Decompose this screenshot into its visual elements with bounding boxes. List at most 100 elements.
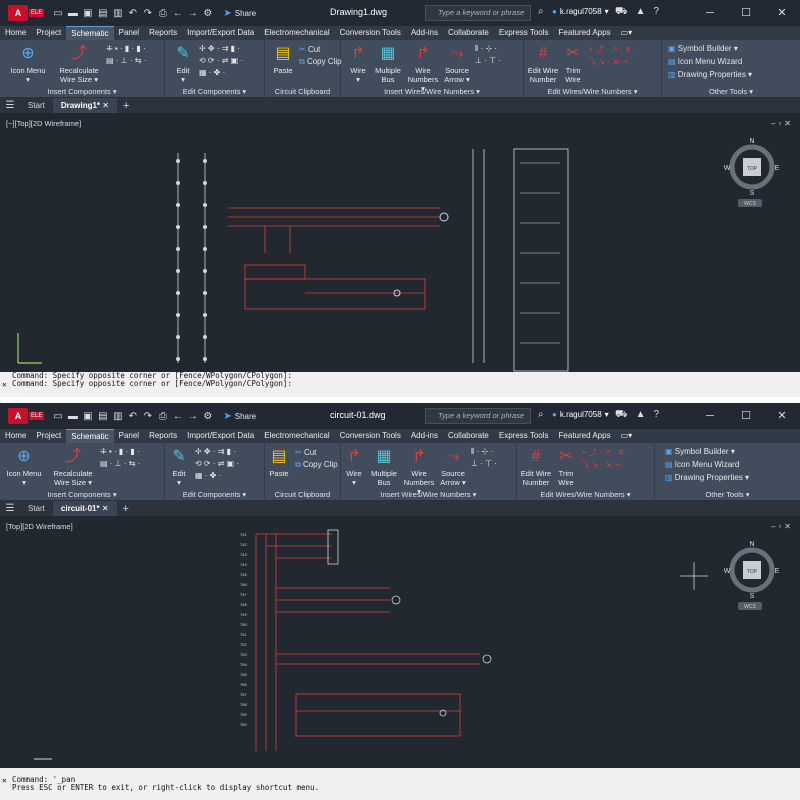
edit-wire-tools-icon[interactable]: ⚡ ⤴ · ↗ · ↯ · xyxy=(588,44,636,55)
schematic-drawing[interactable] xyxy=(0,113,800,372)
tab-extra[interactable]: ▭▾ xyxy=(616,26,638,40)
autocad-logo[interactable]: A xyxy=(8,5,28,21)
save-icon[interactable]: ▣ xyxy=(82,8,93,19)
edit-wire-tools-icon[interactable]: ⚡ ⤴ · ↗ · ↯ · xyxy=(581,447,629,458)
save-icon[interactable]: ▣ xyxy=(82,411,93,422)
drawing-properties-button[interactable]: ▥ Drawing Properties ▾ xyxy=(665,473,749,482)
save-as-icon[interactable]: ▤ xyxy=(97,8,108,19)
new-icon[interactable]: ▭ xyxy=(52,8,63,19)
tab-express-tools[interactable]: Express Tools xyxy=(494,429,554,443)
insert-tools-icon[interactable]: ⁜ ▪ · ▮ · ▮ · xyxy=(100,447,140,456)
undo-icon[interactable]: ↶ xyxy=(127,8,138,19)
icon-menu-wizard-button[interactable]: ▤ Icon Menu Wizard xyxy=(668,57,742,66)
tab-electromechanical[interactable]: Electromechanical xyxy=(259,26,334,40)
redo-icon[interactable]: ↷ xyxy=(142,8,153,19)
close-command-icon[interactable]: ✕ xyxy=(2,776,7,785)
wire-button[interactable]: ↱ Wire ▾ xyxy=(345,44,371,84)
edit-button[interactable]: ✎ Edit ▾ xyxy=(167,447,191,487)
close-command-icon[interactable]: ✕ xyxy=(2,380,7,389)
group-label[interactable]: Edit Components ▾ xyxy=(165,490,264,499)
undo-icon[interactable]: ↶ xyxy=(127,411,138,422)
new-tab-icon[interactable]: + xyxy=(117,503,135,515)
edit-tools-icon[interactable]: ⟲ ⟳ · ⇌ ▣ · xyxy=(199,56,243,65)
print-icon[interactable]: ⎙ xyxy=(157,411,168,422)
tab-reports[interactable]: Reports xyxy=(144,26,182,40)
group-label[interactable]: Insert Wires/Wire Numbers ▾ xyxy=(341,87,523,96)
back-icon[interactable]: ← xyxy=(172,8,183,19)
autodesk-icon[interactable]: ▲ xyxy=(636,6,646,19)
command-line[interactable]: ✕ Command: '_pan Press ESC or ENTER to e… xyxy=(0,768,800,800)
plot-icon[interactable]: ▥ xyxy=(112,8,123,19)
back-icon[interactable]: ← xyxy=(172,411,183,422)
close-tab-icon[interactable]: ✕ xyxy=(102,504,109,513)
insert-tools-icon[interactable]: ▤ · ⊥ · ⇆ · xyxy=(106,56,146,65)
tab-featured-apps[interactable]: Featured Apps xyxy=(554,26,616,40)
wire-tools-icon[interactable]: ⊥ · ⊤ · xyxy=(475,56,501,65)
tab-project[interactable]: Project xyxy=(31,26,66,40)
source-arrow-button[interactable]: ⤳ Source Arrow ▾ xyxy=(437,447,469,487)
tab-start[interactable]: Start xyxy=(20,501,53,516)
tab-reports[interactable]: Reports xyxy=(144,429,182,443)
drawing-canvas[interactable]: [−][Top][2D Wireframe] –▫✕ TOP N S W E W… xyxy=(0,113,800,372)
group-label[interactable]: Edit Wires/Wire Numbers ▾ xyxy=(524,87,661,96)
group-label[interactable]: Other Tools ▾ xyxy=(655,490,800,499)
workspace-icon[interactable]: ⚙ xyxy=(202,8,213,19)
tab-panel[interactable]: Panel xyxy=(114,429,144,443)
schematic-drawing[interactable]: 741 742 743 744 745 746 747 748 749 750 751 752 753 7… xyxy=(0,516,800,768)
tab-conversion-tools[interactable]: Conversion Tools xyxy=(335,429,406,443)
tab-schematic[interactable]: Schematic xyxy=(66,26,114,40)
multiple-bus-button[interactable]: ▦ Multiple Bus xyxy=(371,44,405,84)
new-icon[interactable]: ▭ xyxy=(52,411,63,422)
group-label[interactable]: Edit Wires/Wire Numbers ▾ xyxy=(517,490,654,499)
wire-button[interactable]: ↱ Wire ▾ xyxy=(341,447,367,487)
help-icon[interactable]: ? xyxy=(654,6,660,19)
edit-wire-number-button[interactable]: # Edit Wire Number xyxy=(526,44,560,84)
user-account[interactable]: ● k.ragul7058 ▾ xyxy=(552,7,609,16)
edit-tools-icon[interactable]: ▦ · ✤ · xyxy=(195,471,221,480)
workspace-icon[interactable]: ⚙ xyxy=(202,411,213,422)
cart-icon[interactable]: ⛟ xyxy=(615,6,628,19)
new-tab-icon[interactable]: + xyxy=(117,100,135,112)
paste-button[interactable]: ▤ Paste xyxy=(269,44,297,75)
symbol-builder-button[interactable]: ▣ Symbol Builder ▾ xyxy=(665,447,735,456)
copy-clip-button[interactable]: ⧉ Copy Clip xyxy=(295,460,338,470)
edit-wire-number-button[interactable]: # Edit Wire Number xyxy=(519,447,553,487)
share-button[interactable]: ➤ Share xyxy=(223,411,256,422)
group-label[interactable]: Insert Components ▾ xyxy=(0,490,164,499)
command-line[interactable]: ✕ Command: Specify opposite corner or [F… xyxy=(0,372,800,397)
edit-wire-tools-icon[interactable]: ⤵ ↘ · ⇲ ⇢ xyxy=(581,459,621,470)
tab-home[interactable]: Home xyxy=(0,429,31,443)
print-icon[interactable]: ⎙ xyxy=(157,8,168,19)
open-icon[interactable]: ▬ xyxy=(67,411,78,422)
autocad-logo[interactable]: A xyxy=(8,408,28,424)
recalculate-button[interactable]: ⤴ Recalculate Wire Size ▾ xyxy=(56,44,102,84)
minimize-icon[interactable]: ─ xyxy=(692,403,728,429)
tab-drawing[interactable]: circuit-01* ✕ xyxy=(52,501,117,516)
help-icon[interactable]: ? xyxy=(654,409,660,422)
symbol-builder-button[interactable]: ▣ Symbol Builder ▾ xyxy=(668,44,738,53)
source-arrow-button[interactable]: ⤳ Source Arrow ▾ xyxy=(441,44,473,84)
tab-express-tools[interactable]: Express Tools xyxy=(494,26,554,40)
tab-home[interactable]: Home xyxy=(0,26,31,40)
user-account[interactable]: ● k.ragul7058 ▾ xyxy=(552,410,609,419)
wire-numbers-button[interactable]: ↱ Wire Numbers ▾ xyxy=(401,447,437,496)
wire-tools-icon[interactable]: ⊥ · ⊤ · xyxy=(471,459,497,468)
icon-menu-button[interactable]: ⊕ Icon Menu ▾ xyxy=(4,447,44,487)
group-label[interactable]: Insert Wires/Wire Numbers ▾ xyxy=(341,490,516,499)
edit-wire-tools-icon[interactable]: ⤵ ↘ · ⇲ ⇢ xyxy=(588,56,628,67)
wire-numbers-button[interactable]: ↱ Wire Numbers ▾ xyxy=(405,44,441,93)
wire-tools-icon[interactable]: ⫴ · ⊹ · xyxy=(471,447,493,457)
share-button[interactable]: ➤ Share xyxy=(223,8,256,19)
close-icon[interactable]: ✕ xyxy=(764,403,800,429)
tab-drawing[interactable]: Drawing1* ✕ xyxy=(52,98,117,113)
save-as-icon[interactable]: ▤ xyxy=(97,411,108,422)
cart-icon[interactable]: ⛟ xyxy=(615,409,628,422)
close-icon[interactable]: ✕ xyxy=(764,0,800,26)
edit-tools-icon[interactable]: ✢ ✥ · ⇉ ▮ · xyxy=(199,44,240,53)
maximize-icon[interactable]: ☐ xyxy=(728,0,764,26)
edit-button[interactable]: ✎ Edit ▾ xyxy=(171,44,195,84)
search-input[interactable]: Type a keyword or phrase xyxy=(425,408,531,424)
hamburger-icon[interactable]: ☰ xyxy=(0,503,20,514)
tab-collaborate[interactable]: Collaborate xyxy=(443,26,494,40)
icon-menu-wizard-button[interactable]: ▤ Icon Menu Wizard xyxy=(665,460,739,469)
